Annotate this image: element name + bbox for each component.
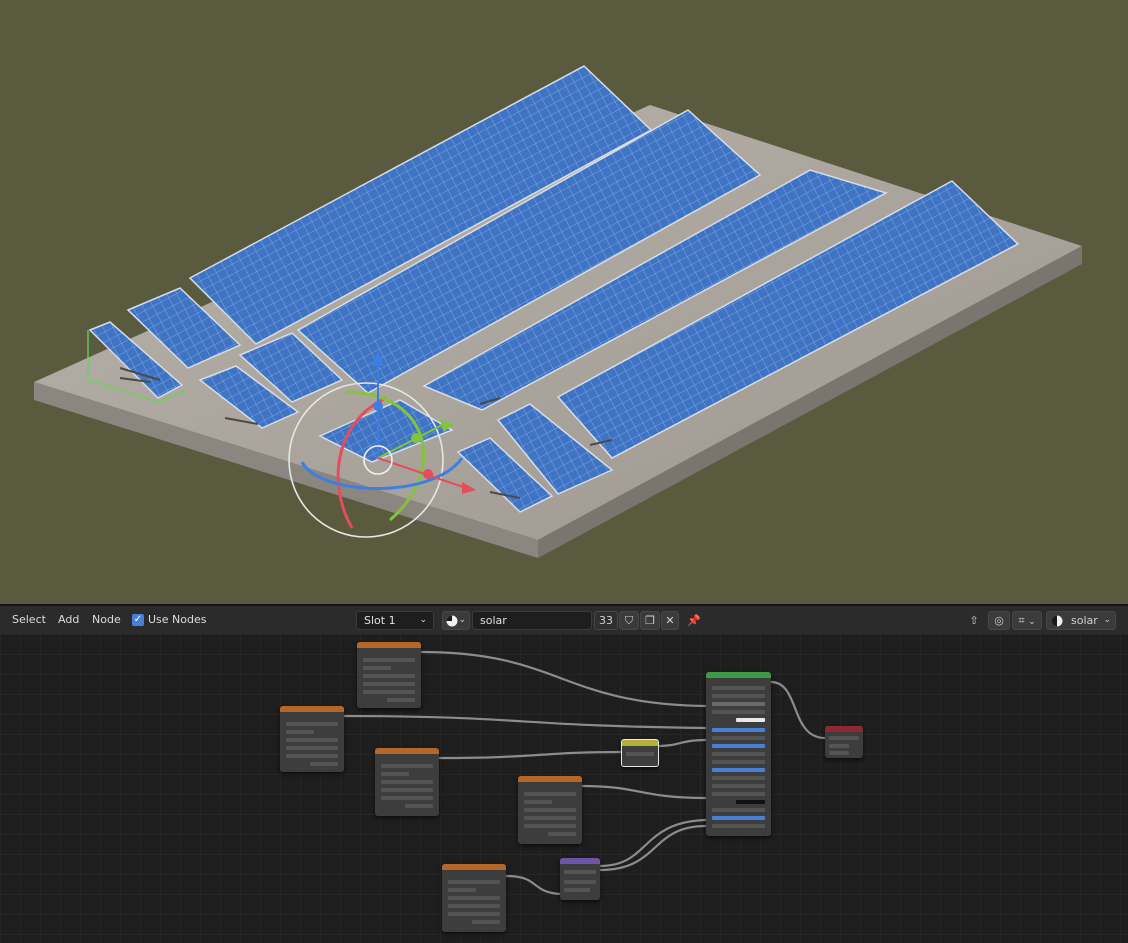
user-count: 33 [599,614,613,627]
material-name-field[interactable]: solar [472,611,592,630]
image-texture-node[interactable] [280,706,344,772]
select-menu[interactable]: Select [12,606,46,634]
node-header[interactable] [280,706,344,712]
use-nodes-checkbox-icon[interactable]: ✓ [132,614,144,626]
add-menu[interactable]: Add [58,606,79,634]
parent-node-tree-button[interactable]: ⇧ [964,611,984,630]
unlink-material-button[interactable]: ✕ [661,611,679,630]
node-link [505,874,561,896]
chevron-down-icon: ⌄ [1028,617,1036,627]
node-header[interactable] [706,672,771,678]
node-menu[interactable]: Node [92,606,121,634]
material-browse-button[interactable]: ⌄ [442,611,470,630]
user-count-button[interactable]: 33 [594,611,618,630]
chevron-down-icon: ⌄ [419,615,427,625]
image-texture-node[interactable] [518,776,582,844]
overlay-button[interactable]: ◎ [988,611,1010,630]
fake-user-button[interactable]: ⛉ [619,611,639,630]
use-nodes-label[interactable]: Use Nodes [148,606,207,634]
node-link [656,738,707,748]
node-header[interactable] [375,748,439,754]
node-header[interactable] [825,726,863,732]
node-header[interactable] [622,740,658,746]
viewport-scene [34,65,1082,558]
normal-map-node[interactable] [560,858,600,900]
close-icon: ✕ [665,614,675,627]
material-sphere-icon [446,615,458,627]
material-output-node[interactable] [825,726,863,758]
pin-icon: 📌 [687,614,701,627]
image-texture-node[interactable] [375,748,439,816]
pin-button[interactable]: 📌 [684,611,704,630]
world-name: solar [1071,614,1098,627]
slot-value: Slot 1 [364,614,396,627]
node-editor-header: Select Add Node ✓ Use Nodes Slot 1 ⌄ ⌄ s… [0,606,1128,634]
overlay-icon: ◎ [994,614,1004,627]
node-link [438,750,622,760]
node-link [343,714,707,730]
node-header[interactable] [442,864,506,870]
snap-toggle[interactable]: ⌗ ⌄ [1012,611,1042,630]
material-name: solar [480,614,507,627]
node-link [581,784,707,800]
chevron-down-icon: ⌄ [1103,615,1111,625]
node-link [420,650,707,708]
snap-icon: ⌗ [1018,614,1025,627]
shield-icon: ⛉ [624,614,634,627]
image-texture-node[interactable] [442,864,506,932]
duplicate-material-button[interactable]: ❐ [640,611,660,630]
arrow-up-icon: ⇧ [969,614,979,627]
image-texture-node[interactable] [357,642,421,708]
slot-dropdown[interactable]: Slot 1 ⌄ [356,611,434,630]
chevron-down-icon: ⌄ [458,615,466,625]
3d-viewport[interactable] [0,0,1128,604]
node-header[interactable] [357,642,421,648]
node-header[interactable] [518,776,582,782]
copy-icon: ❐ [645,614,655,627]
principled-bsdf-node[interactable] [706,672,771,836]
node-header[interactable] [560,858,600,864]
converter-node[interactable] [621,739,659,767]
node-link [770,680,826,740]
world-sphere-icon [1051,615,1063,627]
node-editor-canvas[interactable] [0,634,1128,943]
world-dropdown[interactable]: solar ⌄ [1046,611,1116,630]
